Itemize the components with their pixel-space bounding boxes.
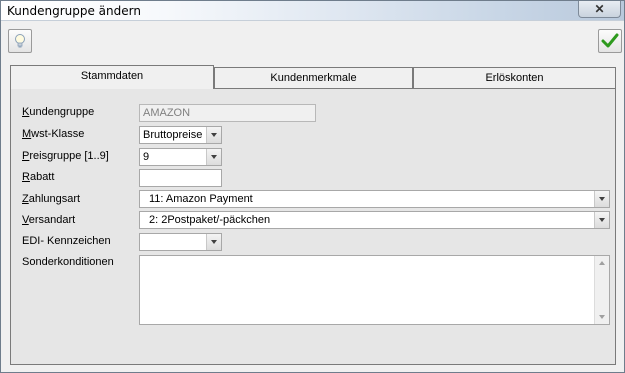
lightbulb-icon bbox=[15, 34, 25, 48]
chevron-down-icon[interactable] bbox=[594, 191, 609, 207]
tab-stammdaten[interactable]: Stammdaten bbox=[10, 65, 214, 89]
zahlungsart-value: 11: Amazon Payment bbox=[149, 193, 253, 205]
chevron-down-icon[interactable] bbox=[594, 212, 609, 228]
mwst-klasse-label: Mwst-Klasse bbox=[22, 128, 85, 140]
hint-button[interactable] bbox=[8, 29, 32, 53]
zahlungsart-label: Zahlungsart bbox=[22, 193, 81, 205]
preisgruppe-label: Preisgruppe [1..9] bbox=[22, 150, 109, 162]
tab-control: Stammdaten Kundenmerkmale Erlöskonten Ku… bbox=[10, 65, 616, 365]
tab-label: Kundenmerkmale bbox=[270, 72, 357, 84]
mwst-klasse-value: Bruttopreise bbox=[143, 129, 203, 141]
chevron-down-icon[interactable] bbox=[206, 149, 221, 165]
preisgruppe-select[interactable]: 9 bbox=[139, 148, 222, 166]
edi-kennzeichen-label: EDI- Kennzeichen bbox=[22, 235, 111, 247]
versandart-value: 2: 2Postpaket/-päckchen bbox=[149, 214, 271, 226]
edi-kennzeichen-select[interactable] bbox=[139, 233, 222, 251]
tab-erloeskonten[interactable]: Erlöskonten bbox=[413, 67, 616, 88]
kundengruppe-field: AMAZON bbox=[139, 104, 316, 122]
tab-label: Erlöskonten bbox=[485, 72, 544, 84]
zahlungsart-select[interactable]: 11: Amazon Payment bbox=[139, 190, 610, 208]
toolbar bbox=[2, 25, 623, 59]
close-button[interactable]: ✕ bbox=[578, 1, 621, 18]
title-bar[interactable]: Kundengruppe ändern ✕ bbox=[1, 1, 624, 21]
sonderkonditionen-label: Sonderkonditionen bbox=[22, 256, 114, 268]
sonderkonditionen-memo[interactable] bbox=[139, 255, 610, 325]
tab-panel-stammdaten: Kundengruppe AMAZON Mwst-Klasse Bruttopr… bbox=[10, 88, 616, 365]
tab-label: Stammdaten bbox=[80, 70, 144, 82]
chevron-down-icon[interactable] bbox=[206, 234, 221, 250]
tab-kundenmerkmale[interactable]: Kundenmerkmale bbox=[214, 67, 413, 88]
scroll-down-icon[interactable] bbox=[599, 315, 605, 319]
dialog-window: Kundengruppe ändern ✕ Stammdaten Kundenm… bbox=[0, 0, 625, 373]
rabatt-input[interactable] bbox=[139, 169, 222, 187]
kundengruppe-value: AMAZON bbox=[143, 107, 191, 119]
kundengruppe-label: Kundengruppe bbox=[22, 106, 95, 118]
chevron-down-icon[interactable] bbox=[206, 127, 221, 143]
scroll-up-icon[interactable] bbox=[599, 261, 605, 265]
window-title: Kundengruppe ändern bbox=[7, 4, 141, 18]
versandart-label: Versandart bbox=[22, 214, 76, 226]
close-icon: ✕ bbox=[594, 2, 605, 16]
vertical-scrollbar[interactable] bbox=[594, 256, 609, 324]
versandart-select[interactable]: 2: 2Postpaket/-päckchen bbox=[139, 211, 610, 229]
rabatt-label: Rabatt bbox=[22, 171, 55, 183]
checkmark-icon bbox=[601, 33, 619, 48]
mwst-klasse-select[interactable]: Bruttopreise bbox=[139, 126, 222, 144]
preisgruppe-value: 9 bbox=[143, 151, 150, 163]
ok-button[interactable] bbox=[598, 29, 622, 53]
